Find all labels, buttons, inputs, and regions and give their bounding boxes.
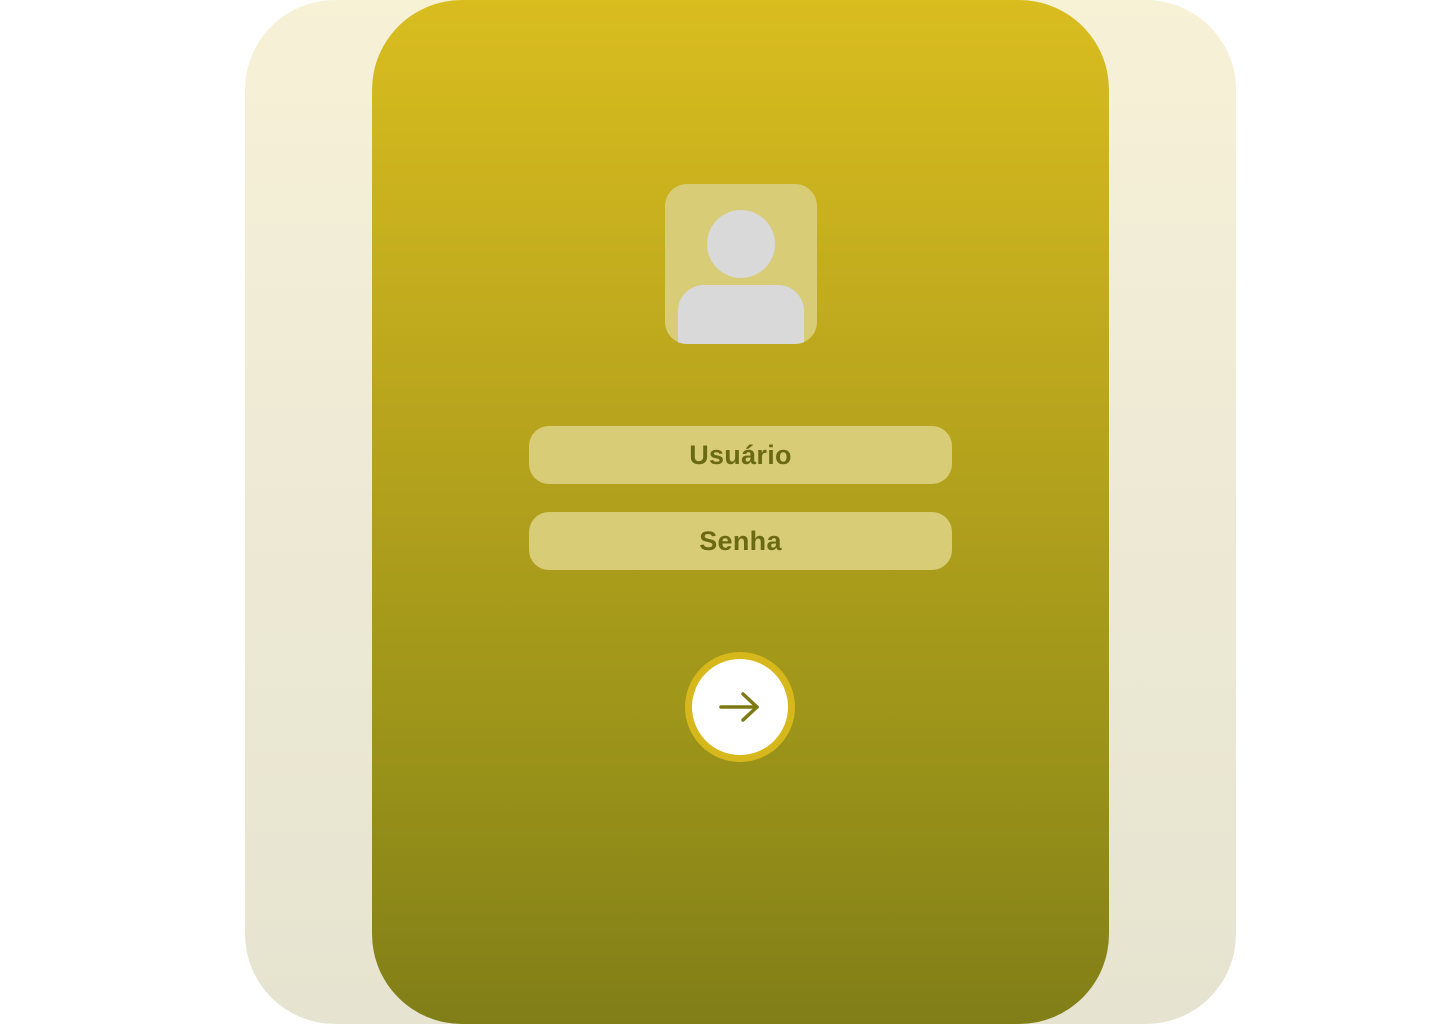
user-avatar-icon xyxy=(665,184,817,344)
submit-button[interactable] xyxy=(685,652,795,762)
login-screen: Usuário Senha xyxy=(0,0,1440,1024)
username-field[interactable]: Usuário xyxy=(529,426,952,484)
avatar-body xyxy=(678,285,804,344)
arrow-right-icon xyxy=(718,690,762,724)
avatar-head xyxy=(707,210,775,278)
password-field[interactable]: Senha xyxy=(529,512,952,570)
username-placeholder: Usuário xyxy=(689,439,792,470)
password-placeholder: Senha xyxy=(699,525,782,556)
